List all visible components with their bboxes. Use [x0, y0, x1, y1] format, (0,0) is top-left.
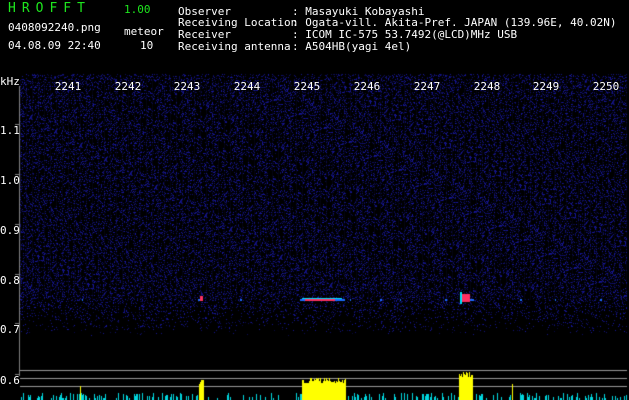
y-tick-1.1: 1.1 — [0, 124, 20, 137]
antenna-label: Receiving antenna — [178, 40, 291, 53]
y-tick-0.7: 0.7 — [0, 323, 20, 336]
y-unit-label: kHz — [0, 75, 20, 88]
spectrogram-canvas — [0, 66, 629, 400]
x-tick-2244: 2244 — [233, 80, 261, 93]
y-tick-1.0: 1.0 — [0, 174, 20, 187]
x-tick-2242: 2242 — [114, 80, 142, 93]
x-tick-2246: 2246 — [353, 80, 381, 93]
x-tick-2245: 2245 — [293, 80, 321, 93]
filename: 0408092240.png — [8, 21, 101, 34]
antenna-value: : A504HB(yagi 4el) — [292, 40, 412, 53]
app-title: HROFFT — [8, 1, 91, 16]
x-tick-2247: 2247 — [413, 80, 441, 93]
x-tick-2248: 2248 — [473, 80, 501, 93]
datetime: 04.08.09 22:40 — [8, 39, 101, 52]
y-tick-0.9: 0.9 — [0, 224, 20, 237]
app-version: 1.00 — [124, 3, 151, 16]
meteor-label: meteor — [124, 25, 164, 38]
y-tick-0.6: 0.6 — [0, 374, 20, 387]
x-tick-2243: 2243 — [173, 80, 201, 93]
hrofft-window: HROFFT 1.00 0408092240.png meteor 04.08.… — [0, 0, 629, 400]
meteor-count: 10 — [140, 39, 154, 52]
x-tick-2249: 2249 — [532, 80, 560, 93]
y-tick-0.8: 0.8 — [0, 274, 20, 287]
x-tick-2250: 2250 — [592, 80, 620, 93]
x-tick-2241: 2241 — [54, 80, 82, 93]
